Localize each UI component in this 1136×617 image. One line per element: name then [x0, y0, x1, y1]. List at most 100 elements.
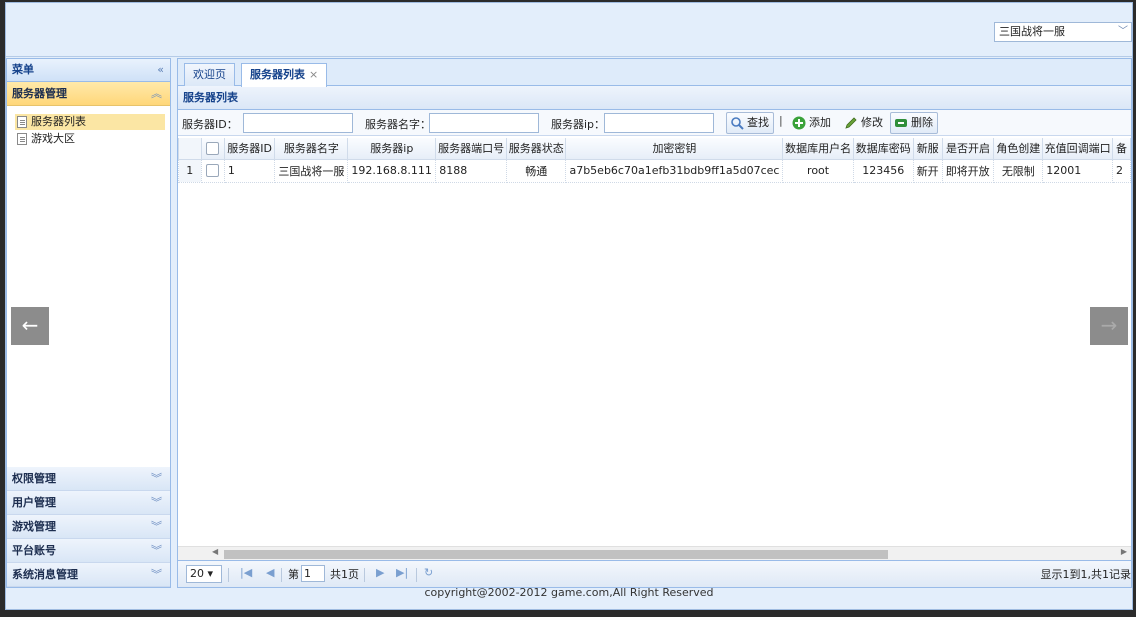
last-page-icon[interactable]: ▶|	[396, 566, 408, 579]
column-header[interactable]: 服务器ID	[223, 138, 276, 160]
slider-prev-button[interactable]: ←	[11, 307, 49, 345]
checkbox-icon	[206, 142, 220, 155]
menu-header: 菜单 «	[7, 59, 170, 82]
page-total: 共1页	[330, 568, 359, 581]
tab-label: 服务器列表	[250, 68, 305, 81]
tree-item-game-zone[interactable]: 游戏大区	[15, 131, 165, 147]
column-header[interactable]: 加密密钥	[565, 138, 784, 160]
pager-separator	[416, 568, 417, 582]
rownum-header	[178, 138, 202, 160]
find-button[interactable]: 查找	[726, 112, 774, 134]
pencil-icon	[845, 117, 857, 129]
footer-copyright: copyright@2002-2012 game.com,All Right R…	[424, 586, 714, 599]
first-page-icon[interactable]: |◀	[240, 566, 252, 579]
remove-icon	[895, 119, 907, 127]
column-header[interactable]: 数据库密码	[852, 138, 914, 160]
server-id-label: 服务器ID：	[182, 118, 238, 131]
file-icon	[17, 116, 27, 128]
scroll-right-icon[interactable]: ▶	[1121, 547, 1127, 556]
tree-item-label: 游戏大区	[31, 132, 75, 145]
tab-label: 欢迎页	[193, 68, 226, 81]
chevron-down-icon: ︾	[151, 544, 162, 557]
section-system-messages[interactable]: 系统消息管理 ︾	[7, 563, 170, 587]
slider-next-button[interactable]: →	[1090, 307, 1128, 345]
section-label: 服务器管理	[12, 87, 67, 100]
add-label: 添加	[809, 116, 831, 129]
cell-new-server: 新开	[912, 158, 943, 183]
next-page-icon[interactable]: ▶	[376, 566, 384, 579]
cell-role-creation: 无限制	[993, 158, 1044, 183]
file-icon	[17, 133, 27, 145]
delete-button[interactable]: 删除	[890, 112, 938, 134]
section-label: 用户管理	[12, 496, 56, 509]
tab-server-list[interactable]: 服务器列表 ×	[241, 63, 328, 87]
prev-page-icon[interactable]: ◀	[266, 566, 274, 579]
column-header[interactable]: 备	[1111, 138, 1131, 160]
scroll-left-icon[interactable]: ◀	[212, 547, 218, 556]
tree-item-server-list[interactable]: 服务器列表	[15, 114, 165, 130]
page-size-select[interactable]: 20 ▾	[186, 565, 222, 583]
app-shell: 三国战将一服 ﹀ 菜单 « 服务器管理 ︽ 服务器列表 游戏大区 权限管理 ︾ 用…	[5, 2, 1133, 610]
delete-label: 删除	[911, 116, 933, 129]
section-permissions[interactable]: 权限管理 ︾	[7, 467, 170, 491]
cell-server-ip: 192.168.8.111	[347, 158, 437, 183]
column-header[interactable]: 服务器名字	[274, 138, 349, 160]
add-button[interactable]: 添加	[788, 112, 836, 134]
cell-server-port: 8188	[435, 158, 508, 183]
page-prefix: 第	[288, 568, 299, 581]
find-label: 查找	[747, 116, 769, 129]
column-header[interactable]: 角色创建	[993, 138, 1044, 160]
tree-item-label: 服务器列表	[31, 115, 86, 128]
page-number-input[interactable]: 1	[301, 565, 325, 582]
column-header[interactable]: 充值回调端口	[1042, 138, 1113, 160]
column-header[interactable]: 服务器状态	[506, 138, 567, 160]
column-header[interactable]: 是否开启	[941, 138, 995, 160]
column-header[interactable]: 新服	[912, 138, 943, 160]
cell-db-password: 123456	[852, 158, 914, 183]
horizontal-scrollbar[interactable]: ◀ ▶	[178, 546, 1131, 560]
server-select[interactable]: 三国战将一服 ﹀	[994, 22, 1132, 42]
section-label: 游戏管理	[12, 520, 56, 533]
chevron-down-icon: ︾	[151, 520, 162, 533]
toolbar-separator: |	[779, 114, 783, 127]
section-label: 系统消息管理	[12, 568, 78, 581]
server-select-value: 三国战将一服	[999, 25, 1065, 38]
add-icon	[792, 116, 806, 130]
column-header[interactable]: 数据库用户名	[782, 138, 854, 160]
checkbox-icon	[206, 164, 220, 178]
section-platform-accounts[interactable]: 平台账号 ︾	[7, 539, 170, 563]
cell-extra: 2	[1111, 158, 1131, 183]
column-header[interactable]: 服务器ip	[347, 138, 437, 160]
row-checkbox[interactable]	[200, 158, 225, 183]
refresh-icon[interactable]: ↻	[424, 566, 433, 579]
cell-server-status: 畅通	[506, 158, 567, 183]
chevron-down-icon: ︾	[151, 568, 162, 581]
server-name-input[interactable]	[429, 113, 539, 133]
server-grid: 服务器ID 服务器名字 服务器ip 服务器端口号 服务器状态 加密密钥 数据库用…	[178, 138, 1131, 546]
menu-title: 菜单	[12, 63, 34, 76]
section-body: 服务器列表 游戏大区	[7, 106, 170, 466]
table-row[interactable]: 1 1 三国战将一服 192.168.8.111 8188 畅通 a7b5eb6…	[178, 158, 1131, 183]
tab-welcome[interactable]: 欢迎页	[184, 63, 235, 86]
close-icon[interactable]: ×	[309, 68, 318, 81]
section-games[interactable]: 游戏管理 ︾	[7, 515, 170, 539]
edit-label: 修改	[861, 116, 883, 129]
server-ip-input[interactable]	[604, 113, 714, 133]
collapsed-sections: 权限管理 ︾ 用户管理 ︾ 游戏管理 ︾ 平台账号 ︾ 系统消息管理 ︾	[7, 467, 170, 587]
search-toolbar: 服务器ID： 服务器名字： 服务器ip： 查找 | 添加 修改 删除	[178, 110, 1131, 136]
chevron-up-icon: ︽	[151, 87, 162, 100]
tab-strip: 欢迎页 服务器列表 ×	[178, 59, 1131, 87]
section-users[interactable]: 用户管理 ︾	[7, 491, 170, 515]
pager-separator	[364, 568, 365, 582]
select-all-checkbox[interactable]	[200, 138, 225, 160]
search-icon	[731, 117, 744, 130]
server-id-input[interactable]	[243, 113, 353, 133]
edit-button[interactable]: 修改	[840, 112, 888, 134]
server-ip-label: 服务器ip：	[551, 118, 606, 131]
scrollbar-thumb[interactable]	[224, 550, 888, 559]
collapse-icon[interactable]: «	[157, 59, 164, 81]
top-bar: 三国战将一服 ﹀	[6, 3, 1132, 57]
column-header[interactable]: 服务器端口号	[435, 138, 508, 160]
section-server-management[interactable]: 服务器管理 ︽	[7, 82, 170, 106]
pager-separator	[228, 568, 229, 582]
